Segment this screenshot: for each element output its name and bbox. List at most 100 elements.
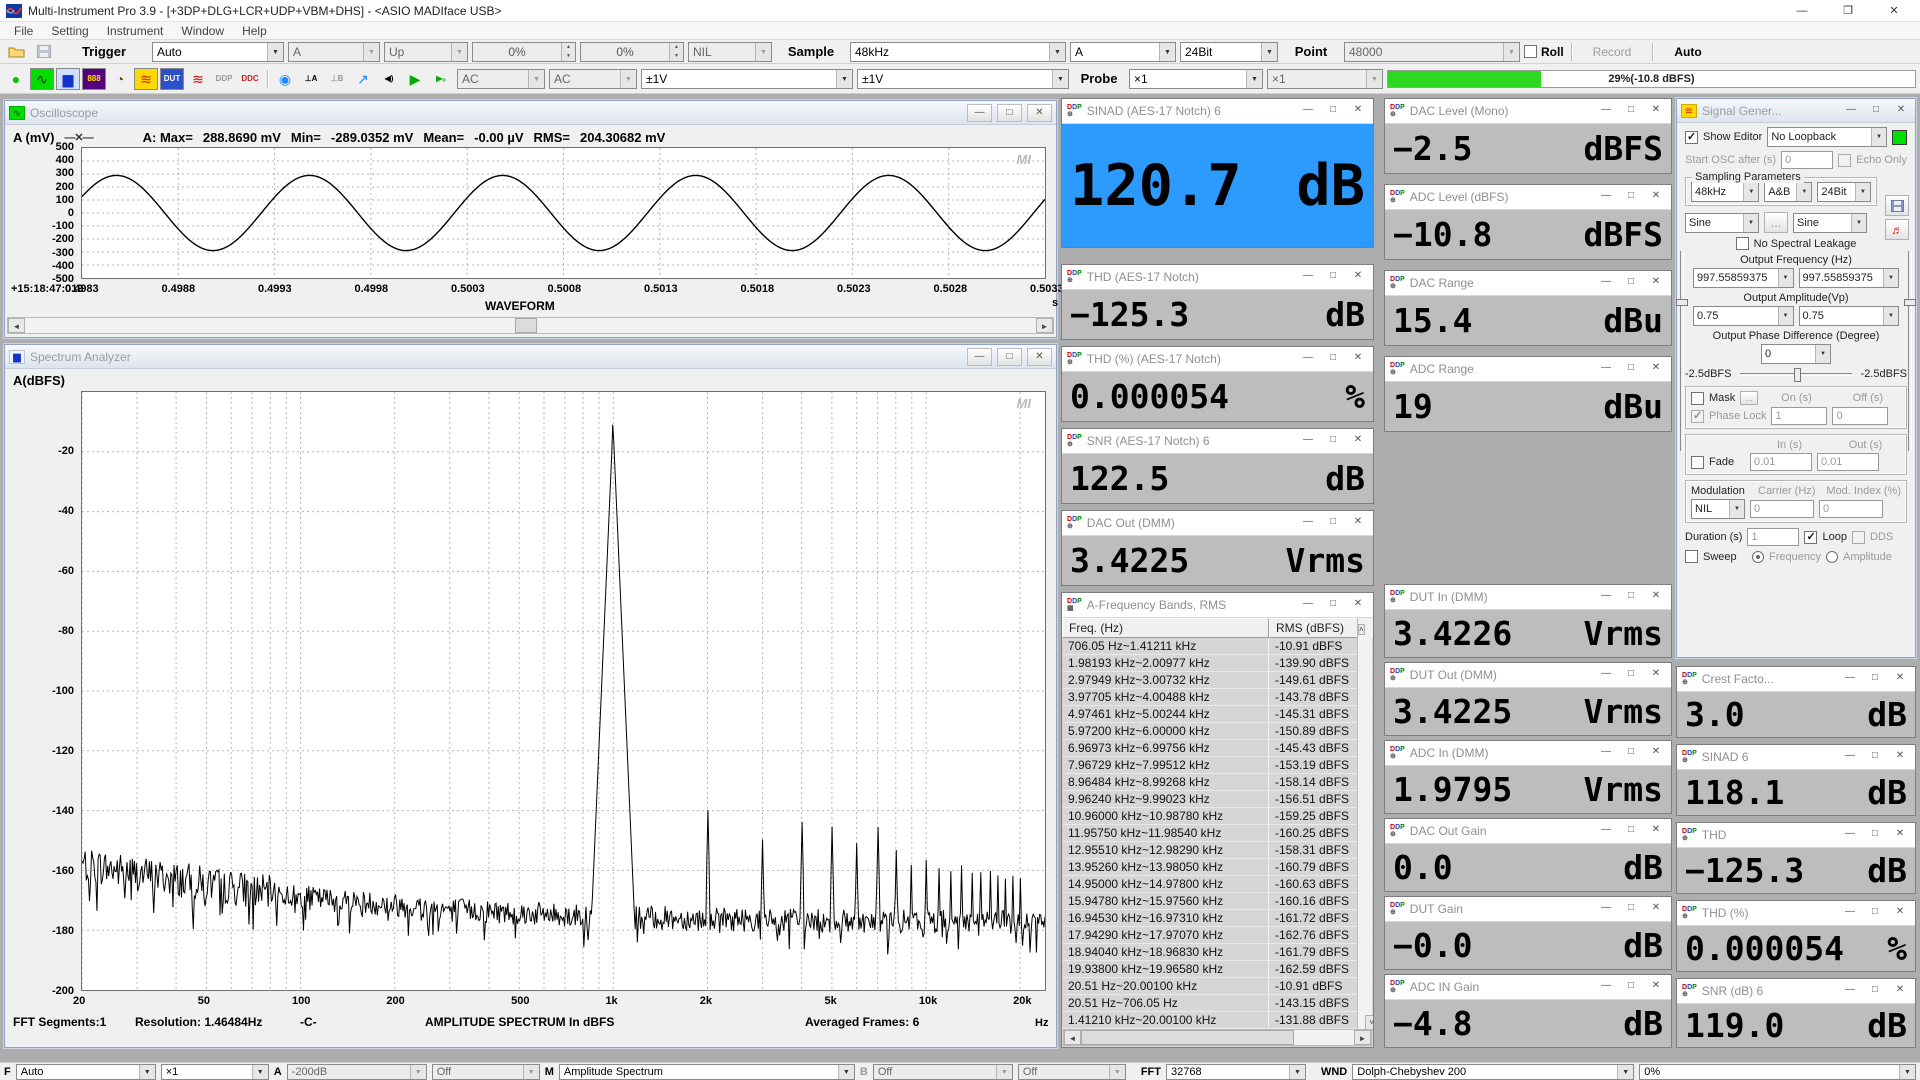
meter-titlebar[interactable]: DDP⊕THD (%)—□✕: [1677, 901, 1915, 926]
a-extra-dropdown[interactable]: Off▼: [432, 1064, 540, 1080]
save-icon[interactable]: [32, 41, 56, 63]
maximize-button[interactable]: □: [1621, 900, 1641, 918]
points-dropdown[interactable]: 48000▼: [1344, 42, 1520, 62]
maximize-button[interactable]: □: [1865, 982, 1885, 1000]
maximize-button[interactable]: □: [1323, 432, 1343, 450]
roll-checkbox[interactable]: [1524, 45, 1537, 58]
scroll-left-icon[interactable]: ◄: [8, 318, 25, 333]
coupling-b-dropdown[interactable]: AC▼: [549, 69, 637, 89]
maximize-button[interactable]: □: [997, 104, 1022, 122]
table-row[interactable]: 11.95750 kHz~11.98540 kHz-160.25 dBFS: [1062, 825, 1373, 842]
echo-only-checkbox[interactable]: [1838, 154, 1851, 167]
close-button[interactable]: ✕: [1646, 978, 1666, 996]
menu-instrument[interactable]: Instrument: [99, 24, 172, 38]
mask-on-input[interactable]: 1: [1771, 407, 1827, 425]
table-row[interactable]: 15.94780 kHz~15.97560 kHz-160.16 dBFS: [1062, 893, 1373, 910]
duration-input[interactable]: 1: [1747, 528, 1799, 546]
frequency-bands-titlebar[interactable]: DDP▦ A-Frequency Bands, RMS — □ ✕: [1062, 593, 1373, 618]
table-row[interactable]: 1.41210 kHz~20.00100 kHz-131.88 dBFS: [1062, 1012, 1373, 1029]
menu-help[interactable]: Help: [234, 24, 275, 38]
meter-titlebar[interactable]: DDP⊕THD—□✕: [1677, 823, 1915, 848]
amp-a-dropdown[interactable]: 0.75▼: [1693, 306, 1794, 326]
auto-button[interactable]: Auto: [1660, 43, 1715, 61]
scroll-right-icon[interactable]: ►: [1354, 1030, 1371, 1045]
close-button[interactable]: ✕: [1027, 348, 1052, 366]
trigger-mode-dropdown[interactable]: Auto▼: [152, 42, 284, 62]
freq-a-dropdown[interactable]: 997.55859375▼: [1693, 268, 1794, 288]
table-row[interactable]: 5.97200 kHz~6.00000 kHz-150.89 dBFS: [1062, 723, 1373, 740]
maximize-button[interactable]: □: [1866, 102, 1886, 120]
b-range-dropdown[interactable]: Off▼: [873, 1064, 1013, 1080]
close-button[interactable]: ✕: [1348, 268, 1368, 286]
column-header-freq[interactable]: Freq. (Hz): [1062, 618, 1269, 638]
multimeter-icon[interactable]: 888: [82, 68, 106, 90]
minimize-button[interactable]: —: [1298, 102, 1318, 120]
minimize-button[interactable]: —: [1840, 904, 1860, 922]
sample-bits-dropdown[interactable]: 24Bit▼: [1180, 42, 1278, 62]
range-b-dropdown[interactable]: ±1V▼: [857, 69, 1069, 89]
run-icon[interactable]: ●: [4, 68, 28, 90]
scroll-up-icon[interactable]: ˄: [1358, 624, 1365, 635]
no-spectral-leakage-checkbox[interactable]: [1736, 237, 1749, 250]
meter-titlebar[interactable]: DDP⊕THD (%) (AES-17 Notch)—□✕: [1062, 347, 1373, 372]
gen-bits-dropdown[interactable]: 24Bit▼: [1817, 182, 1871, 202]
minimize-button[interactable]: —: [1596, 822, 1616, 840]
column-header-rms[interactable]: RMS (dBFS): [1269, 618, 1358, 638]
table-vscrollbar[interactable]: ˄ ˅: [1357, 619, 1372, 1030]
maximize-button[interactable]: □: [1323, 268, 1343, 286]
minimize-button[interactable]: —: [1596, 274, 1616, 292]
wave-a-dropdown[interactable]: Sine▼: [1685, 213, 1759, 233]
menu-setting[interactable]: Setting: [43, 24, 96, 38]
mask-checkbox[interactable]: [1691, 392, 1704, 405]
table-row[interactable]: 4.97461 kHz~5.00244 kHz-145.31 dBFS: [1062, 706, 1373, 723]
meter-titlebar[interactable]: DDP⊕THD (AES-17 Notch)—□✕: [1062, 265, 1373, 290]
overlap-dropdown[interactable]: 0%▼: [1639, 1064, 1916, 1080]
spectrum-analyzer-icon[interactable]: ▆: [56, 68, 80, 90]
table-row[interactable]: 14.95000 kHz~14.97800 kHz-160.63 dBFS: [1062, 876, 1373, 893]
fade-checkbox[interactable]: [1691, 456, 1704, 469]
hpf-dropdown[interactable]: NIL▼: [688, 42, 772, 62]
spectrum-plot[interactable]: MI: [81, 391, 1046, 991]
dut-icon[interactable]: DUT: [160, 68, 184, 90]
close-button[interactable]: ✕: [1348, 432, 1368, 450]
table-row[interactable]: 12.95510 kHz~12.98290 kHz-158.31 dBFS: [1062, 842, 1373, 859]
fade-out-input[interactable]: 0.01: [1817, 453, 1879, 471]
minimize-button[interactable]: —: [1596, 900, 1616, 918]
close-button[interactable]: ✕: [1027, 104, 1052, 122]
mask-off-input[interactable]: 0: [1832, 407, 1888, 425]
calibrate-b-icon[interactable]: ⊥B: [325, 68, 349, 90]
minimize-button[interactable]: —: [967, 348, 992, 366]
scroll-thumb[interactable]: [1081, 1030, 1294, 1045]
save-signal-icon[interactable]: [1885, 195, 1909, 216]
mode-dropdown[interactable]: Amplitude Spectrum▼: [559, 1064, 855, 1080]
phase-dropdown[interactable]: 0▼: [1761, 344, 1831, 364]
music-note-icon[interactable]: ♬: [1885, 219, 1909, 240]
menu-file[interactable]: File: [6, 24, 41, 38]
calibrate-a-icon[interactable]: ⊥A: [299, 68, 323, 90]
close-button[interactable]: ✕: [1890, 748, 1910, 766]
spectrum-analyzer-titlebar[interactable]: ▆ Spectrum Analyzer — □ ✕: [5, 345, 1056, 369]
minimize-button[interactable]: —: [1596, 744, 1616, 762]
ddp-viewer-icon[interactable]: DDP: [212, 68, 236, 90]
table-row[interactable]: 2.97949 kHz~3.00732 kHz-149.61 dBFS: [1062, 672, 1373, 689]
phase-lock-checkbox[interactable]: [1691, 410, 1704, 423]
mod-index-input[interactable]: 0: [1819, 500, 1883, 518]
minimize-button[interactable]: —: [1782, 1, 1822, 21]
trigger-level-spinner[interactable]: 0%▲▼: [472, 42, 576, 62]
maximize-button[interactable]: □: [1621, 666, 1641, 684]
close-button[interactable]: ✕: [1646, 900, 1666, 918]
record-button[interactable]: Record: [1579, 43, 1646, 61]
meter-titlebar[interactable]: DDP⊕SINAD (AES-17 Notch) 6—□✕: [1062, 99, 1373, 124]
probe-b-dropdown[interactable]: ×1▼: [1267, 69, 1383, 89]
minimize-button[interactable]: —: [1596, 360, 1616, 378]
minimize-button[interactable]: —: [1298, 514, 1318, 532]
maximize-button[interactable]: □: [1865, 748, 1885, 766]
open-icon[interactable]: [4, 41, 28, 63]
oscilloscope-icon[interactable]: ∿: [30, 68, 54, 90]
fft-size-dropdown[interactable]: 32768▼: [1166, 1064, 1306, 1080]
dds-checkbox[interactable]: [1852, 531, 1865, 544]
table-row[interactable]: 18.94040 kHz~18.96830 kHz-161.79 dBFS: [1062, 944, 1373, 961]
close-button[interactable]: ✕: [1348, 514, 1368, 532]
frequency-axis-dropdown[interactable]: Auto▼: [16, 1064, 156, 1080]
meter-titlebar[interactable]: DDP⊕ADC Level (dBFS)—□✕: [1385, 185, 1671, 210]
